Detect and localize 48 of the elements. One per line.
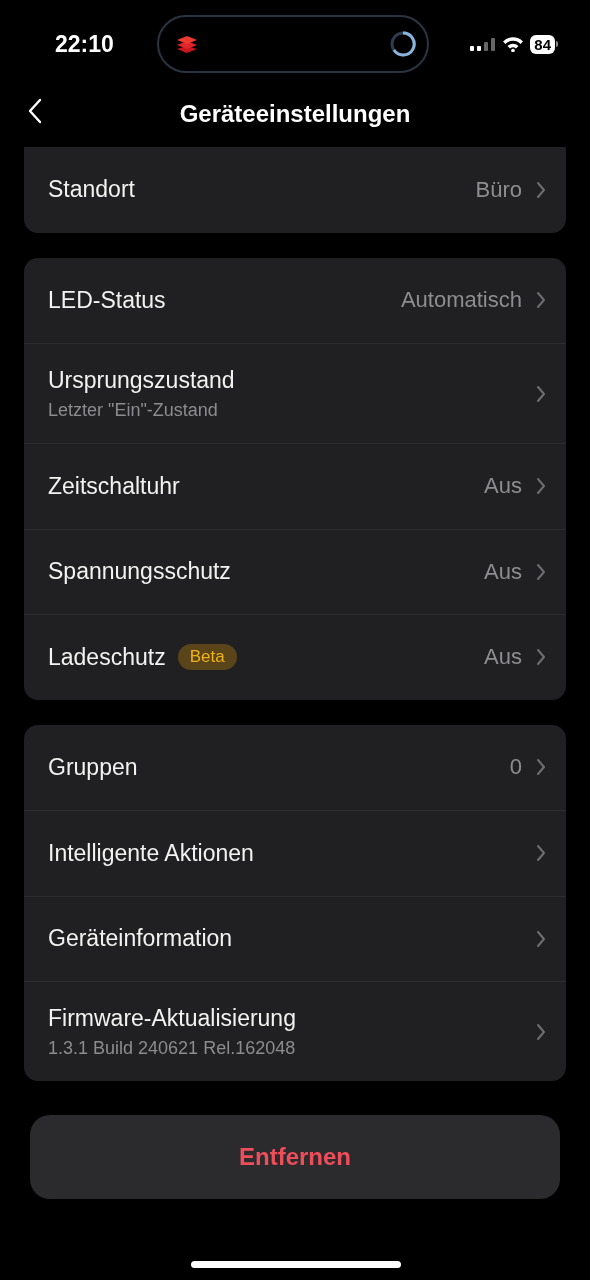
- row-value: 0: [509, 754, 522, 781]
- chevron-icon: [536, 648, 546, 667]
- status-time: 22:10: [55, 30, 115, 58]
- battery-level: 84: [530, 34, 555, 54]
- row-subtitle: 1.3.1 Build 240621 Rel.162048: [48, 1037, 297, 1059]
- chevron-icon: [536, 291, 546, 310]
- signal-icon: [470, 36, 497, 52]
- chevron-icon: [536, 929, 546, 948]
- row-value: Aus: [484, 558, 522, 585]
- chevron-icon: [536, 477, 546, 496]
- chevron-icon: [536, 562, 546, 581]
- chevron-icon: [536, 384, 546, 403]
- row-label: Firmware-Aktualisierung: [48, 1004, 296, 1032]
- page-title: Geräteeinstellungen: [179, 100, 411, 128]
- row-label: Geräteinformation: [48, 925, 233, 953]
- progress-ring-icon: [389, 30, 417, 58]
- layers-icon: [175, 34, 199, 54]
- chevron-icon: [536, 180, 546, 199]
- settings-row[interactable]: Gruppen 0: [24, 724, 566, 810]
- row-label: Intelligente Aktionen: [48, 839, 254, 867]
- row-label: Zeitschaltuhr: [48, 472, 180, 500]
- row-value: Automatisch: [400, 287, 522, 314]
- row-label: Ursprungszustand: [48, 366, 235, 394]
- settings-row[interactable]: Standort Büro: [24, 147, 566, 233]
- settings-row[interactable]: LED-Status Automatisch: [24, 257, 566, 343]
- settings-row[interactable]: Spannungsschutz Aus: [24, 528, 566, 614]
- settings-row[interactable]: Zeitschaltuhr Aus: [24, 443, 566, 529]
- settings-row[interactable]: Geräteinformation: [24, 895, 566, 981]
- chevron-icon: [536, 758, 546, 777]
- settings-row[interactable]: Intelligente Aktionen: [24, 810, 566, 896]
- row-label: LED-Status: [48, 286, 166, 314]
- row-subtitle: Letzter "Ein"-Zustand: [48, 399, 219, 421]
- settings-row[interactable]: Ladeschutz Beta Aus: [24, 614, 566, 700]
- wifi-icon: [502, 36, 525, 52]
- row-label: Spannungsschutz: [48, 558, 231, 586]
- row-value: Aus: [484, 473, 522, 500]
- row-value: Aus: [484, 644, 522, 671]
- remove-button[interactable]: Entfernen: [30, 1115, 560, 1199]
- chevron-icon: [536, 844, 546, 863]
- settings-row[interactable]: Ursprungszustand Letzter "Ein"-Zustand: [24, 343, 566, 443]
- chevron-icon: [536, 1022, 546, 1041]
- row-value: Büro: [475, 176, 522, 203]
- row-label: Ladeschutz: [48, 643, 166, 671]
- row-label: Gruppen: [48, 753, 138, 781]
- beta-badge: Beta: [177, 644, 237, 671]
- row-label: Standort: [48, 176, 135, 204]
- settings-row[interactable]: Firmware-Aktualisierung 1.3.1 Build 240621 Rel.162048: [24, 981, 566, 1081]
- back-button[interactable]: [28, 98, 42, 124]
